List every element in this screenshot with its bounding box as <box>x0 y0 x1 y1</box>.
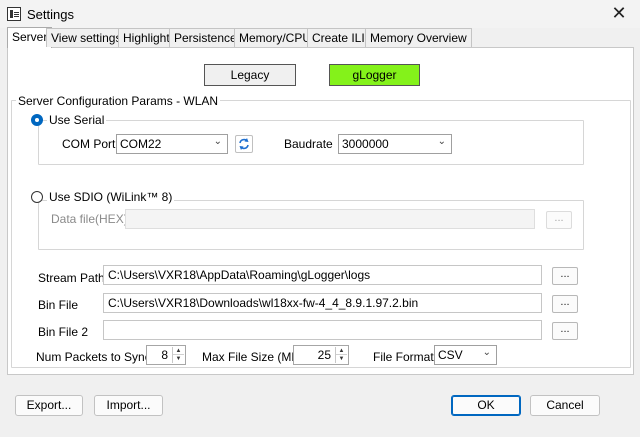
file-format-label: File Format <box>373 350 434 364</box>
app-settings-icon <box>7 7 21 21</box>
tab-view-settings[interactable]: View settings <box>46 28 127 47</box>
arrow-up-icon[interactable]: ▲ <box>173 347 184 355</box>
com-port-value: COM22 <box>120 137 162 151</box>
stream-path-browse-button[interactable]: ... <box>552 267 578 285</box>
file-format-select[interactable]: CSV ⌄ <box>434 345 497 365</box>
tab-memory-overview[interactable]: Memory Overview <box>365 28 472 47</box>
legacy-button[interactable]: Legacy <box>204 64 296 86</box>
title-bar <box>0 0 640 28</box>
use-serial-radio[interactable] <box>31 114 43 126</box>
baudrate-value: 3000000 <box>342 137 389 151</box>
stepper-arrows: ▲ ▼ <box>335 347 347 363</box>
data-file-browse-button[interactable]: ... <box>546 211 572 229</box>
max-file-size-value: 25 <box>317 348 331 362</box>
arrow-down-icon[interactable]: ▼ <box>173 355 184 363</box>
bin-file-2-browse-button[interactable]: ... <box>552 322 578 340</box>
file-format-value: CSV <box>438 348 463 362</box>
tab-memory-cpu[interactable]: Memory/CPU <box>234 28 317 47</box>
stream-path-label: Stream Path <box>38 271 105 285</box>
stepper-arrows: ▲ ▼ <box>172 347 184 363</box>
window-title: Settings <box>27 7 74 22</box>
com-port-label: COM Port <box>62 137 116 151</box>
use-sdio-label: Use SDIO (WiLink™ 8) <box>47 190 175 204</box>
tab-persistence[interactable]: Persistence <box>169 28 242 47</box>
close-icon[interactable]: ✕ <box>604 3 634 25</box>
tab-create-ili[interactable]: Create ILI <box>307 28 370 47</box>
data-file-label: Data file(HEX) <box>51 212 128 226</box>
stream-path-input[interactable]: C:\Users\VXR18\AppData\Roaming\gLogger\l… <box>103 265 542 285</box>
bin-file-2-input[interactable] <box>103 320 542 340</box>
chevron-down-icon: ⌄ <box>482 347 491 358</box>
glogger-button[interactable]: gLogger <box>329 64 420 86</box>
tab-highlight[interactable]: Highlight <box>118 28 175 47</box>
refresh-ports-button[interactable] <box>235 135 253 153</box>
max-file-size-stepper[interactable]: 25 ▲ ▼ <box>293 345 349 365</box>
num-packets-stepper[interactable]: 8 ▲ ▼ <box>146 345 186 365</box>
bin-file-2-label: Bin File 2 <box>38 325 89 339</box>
use-sdio-radio[interactable] <box>31 191 43 203</box>
import-button[interactable]: Import... <box>94 395 163 416</box>
chevron-down-icon: ⌄ <box>213 136 222 147</box>
data-file-input[interactable] <box>125 209 535 229</box>
cancel-button[interactable]: Cancel <box>530 395 600 416</box>
arrow-down-icon[interactable]: ▼ <box>336 355 347 363</box>
use-serial-label: Use Serial <box>47 113 107 127</box>
ok-button[interactable]: OK <box>451 395 521 416</box>
chevron-down-icon: ⌄ <box>437 136 446 147</box>
baudrate-select[interactable]: 3000000 ⌄ <box>338 134 452 154</box>
bin-file-browse-button[interactable]: ... <box>552 295 578 313</box>
num-packets-label: Num Packets to Sync <box>36 350 151 364</box>
refresh-icon <box>239 138 249 150</box>
arrow-up-icon[interactable]: ▲ <box>336 347 347 355</box>
group-title: Server Configuration Params - WLAN <box>16 94 221 108</box>
max-file-size-label: Max File Size (MB) <box>202 350 304 364</box>
baudrate-label: Baudrate <box>284 137 333 151</box>
num-packets-value: 8 <box>161 348 168 362</box>
com-port-select[interactable]: COM22 ⌄ <box>116 134 228 154</box>
bin-file-input[interactable]: C:\Users\VXR18\Downloads\wl18xx-fw-4_4_8… <box>103 293 542 313</box>
bin-file-label: Bin File <box>38 298 79 312</box>
export-button[interactable]: Export... <box>15 395 83 416</box>
